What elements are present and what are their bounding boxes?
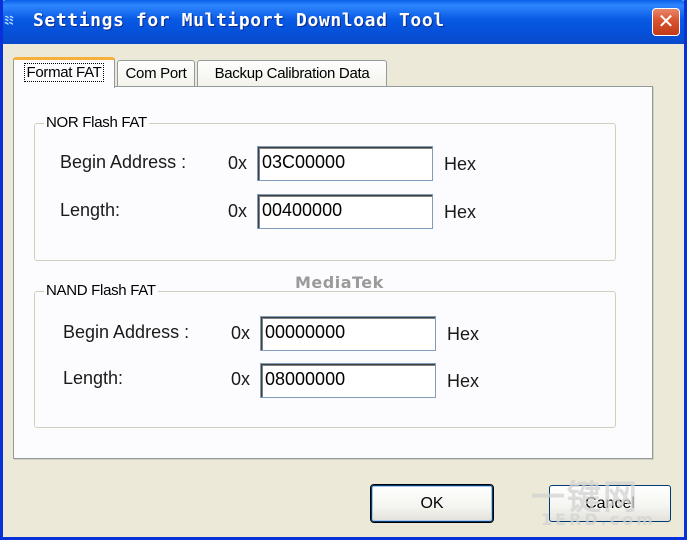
nor-begin-address-label: Begin Address : xyxy=(60,152,187,172)
nor-length-input[interactable]: 00400000 xyxy=(257,194,433,229)
nand-length-input[interactable]: 08000000 xyxy=(260,363,436,398)
mediatek-watermark: MediaTek xyxy=(295,273,384,292)
tab-label: Com Port xyxy=(125,65,187,82)
nor-length-hex-label: Hex xyxy=(444,202,477,222)
tab-format-fat[interactable]: Format FAT xyxy=(13,57,115,88)
nor-begin-hex-label: Hex xyxy=(444,154,477,174)
tab-com-port[interactable]: Com Port xyxy=(117,60,195,87)
nand-length-label: Length: xyxy=(63,368,124,388)
format-fat-panel: NOR Flash FAT Begin Address : 0x 03C0000… xyxy=(13,86,653,459)
app-icon: ﾐﾐ xyxy=(4,14,14,27)
nand-begin-hex-label: Hex xyxy=(447,324,480,344)
close-button[interactable]: ✕ xyxy=(652,8,680,36)
site-watermark-sub: 1ERD.com xyxy=(541,510,656,529)
ok-button[interactable]: OK xyxy=(371,485,493,522)
nand-flash-fat-group: NAND Flash FAT Begin Address : 0x 000000… xyxy=(34,282,616,428)
nand-begin-address-label: Begin Address : xyxy=(63,322,190,342)
window-title: Settings for Multiport Download Tool xyxy=(33,10,445,31)
nor-begin-prefix: 0x xyxy=(228,153,248,173)
settings-dialog: ﾐﾐ Settings for Multiport Download Tool … xyxy=(0,0,687,540)
nand-begin-prefix: 0x xyxy=(231,323,251,343)
site-watermark: 一键网 1ERD.com xyxy=(531,470,681,532)
nor-flash-fat-group: NOR Flash FAT Begin Address : 0x 03C0000… xyxy=(34,114,616,261)
title-bar[interactable]: ﾐﾐ Settings for Multiport Download Tool … xyxy=(3,0,684,44)
tab-label: Backup Calibration Data xyxy=(214,65,370,82)
group-title: NOR Flash FAT xyxy=(44,114,149,131)
nand-length-prefix: 0x xyxy=(231,369,251,389)
tab-label: Format FAT xyxy=(24,63,104,82)
nor-length-prefix: 0x xyxy=(228,201,248,221)
close-icon: ✕ xyxy=(657,9,675,33)
nor-length-label: Length: xyxy=(60,200,121,220)
nor-begin-address-input[interactable]: 03C00000 xyxy=(257,146,433,181)
tab-backup-calibration-data[interactable]: Backup Calibration Data xyxy=(197,60,387,87)
nand-begin-address-input[interactable]: 00000000 xyxy=(260,316,436,351)
group-title: NAND Flash FAT xyxy=(44,282,158,299)
nand-length-hex-label: Hex xyxy=(447,371,480,391)
